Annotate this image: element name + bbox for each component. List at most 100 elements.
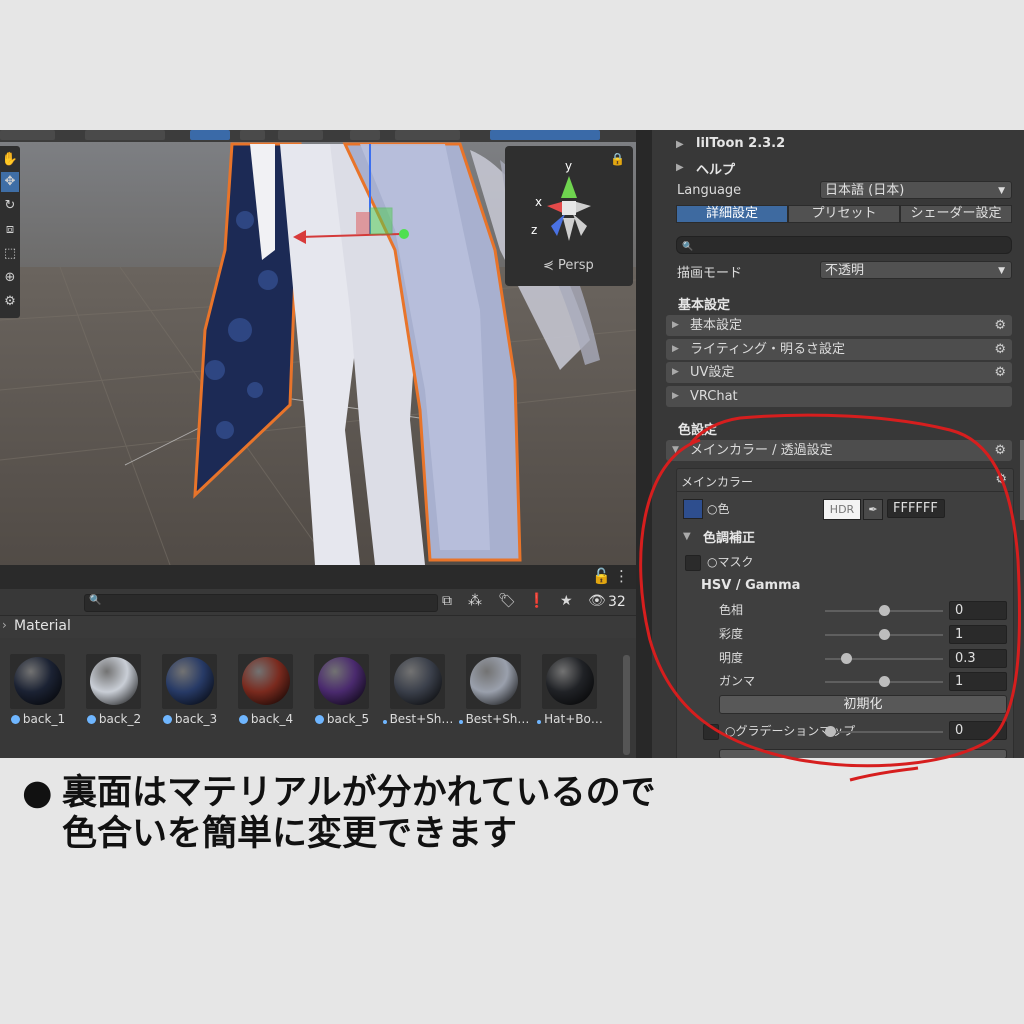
fold-label: メインカラー / 透過設定 bbox=[690, 443, 833, 458]
material-label: Hat+Bo… bbox=[532, 712, 608, 726]
tool-palette: ✋ ✥ ↻ ⧈ ⬚ ⊕ ⚙ bbox=[0, 146, 20, 318]
brightness-value-field[interactable]: 0.3 bbox=[949, 649, 1007, 668]
panel-divider[interactable] bbox=[636, 130, 652, 758]
project-panel: 🔓 ⋮ 🔍 ⧉ ⁂ 🏷 ❗ ★ 👁 32 › Material back_1 b… bbox=[0, 565, 636, 758]
fold-vrchat[interactable]: ▶ VRChat bbox=[666, 386, 1012, 407]
favorite-star-icon[interactable]: ★ bbox=[560, 593, 573, 609]
material-thumbnail bbox=[466, 654, 521, 709]
chevron-right-icon[interactable]: ▶ bbox=[676, 162, 684, 173]
hidden-eye-icon[interactable]: 👁 bbox=[588, 593, 606, 609]
scale-tool-icon[interactable]: ⧈ bbox=[1, 220, 19, 240]
gear-icon[interactable]: ⚙ bbox=[994, 362, 1006, 383]
saturation-slider-knob[interactable] bbox=[879, 629, 890, 640]
gradation-slider-knob[interactable] bbox=[825, 726, 836, 737]
warning-icon[interactable]: ❗ bbox=[528, 593, 545, 609]
toolbar-chip[interactable] bbox=[395, 130, 460, 140]
gradation-slider-track[interactable] bbox=[825, 731, 943, 733]
chevron-down-icon[interactable]: ▼ bbox=[683, 531, 691, 542]
render-mode-dropdown[interactable]: 不透明 ▼ bbox=[820, 261, 1012, 279]
lock-icon[interactable]: 🔒 bbox=[610, 152, 625, 166]
fold-uv-settings[interactable]: ▶ UV設定 ⚙ bbox=[666, 362, 1012, 383]
hdr-color-swatch[interactable]: HDR bbox=[823, 499, 861, 520]
toolbar-toggle[interactable] bbox=[490, 130, 600, 140]
basic-section-heading: 基本設定 bbox=[678, 298, 731, 313]
shader-title[interactable]: lilToon 2.3.2 bbox=[696, 136, 785, 151]
help-label[interactable]: ヘルプ bbox=[696, 159, 735, 178]
rect-tool-icon[interactable]: ⬚ bbox=[1, 244, 19, 264]
hue-slider-knob[interactable] bbox=[879, 605, 890, 616]
eyedropper-icon[interactable]: ✒ bbox=[863, 499, 883, 520]
toolbar-chip[interactable] bbox=[85, 130, 165, 140]
gear-icon[interactable]: ⚙ bbox=[994, 339, 1006, 360]
lock-icon[interactable]: 🔓 bbox=[592, 567, 611, 585]
gradation-checkbox[interactable] bbox=[703, 724, 719, 740]
toolbar-chip[interactable] bbox=[278, 130, 323, 140]
hex-color-field[interactable]: FFFFFF bbox=[887, 499, 945, 518]
custom-tool-icon[interactable]: ⚙ bbox=[1, 292, 19, 312]
material-icon bbox=[537, 720, 542, 724]
material-asset[interactable]: back_1 bbox=[0, 650, 76, 730]
search-by-type-icon[interactable]: ⧉ bbox=[442, 593, 452, 609]
label-tag-icon[interactable]: 🏷 bbox=[498, 593, 516, 609]
language-dropdown[interactable]: 日本語 (日本) ▼ bbox=[820, 181, 1012, 199]
toolbar-chip[interactable] bbox=[350, 130, 380, 140]
move-tool-icon[interactable]: ✥ bbox=[1, 172, 19, 192]
material-asset[interactable]: back_5 bbox=[304, 650, 380, 730]
material-sphere bbox=[546, 657, 594, 705]
toolbar-toggle[interactable] bbox=[190, 130, 230, 140]
material-asset[interactable]: Best+Sh… bbox=[456, 650, 532, 730]
filter-icon[interactable]: ⁂ bbox=[468, 593, 482, 609]
mask-checkbox[interactable] bbox=[685, 555, 701, 571]
saturation-value-field[interactable]: 1 bbox=[949, 625, 1007, 644]
kebab-menu-icon[interactable]: ⋮ bbox=[614, 567, 629, 585]
tab-advanced-settings[interactable]: 詳細設定 bbox=[676, 205, 788, 223]
toolbar-chip[interactable] bbox=[0, 130, 55, 140]
scene-view[interactable]: ✋ ✥ ↻ ⧈ ⬚ ⊕ ⚙ 🔒 y x z ⋞ Persp bbox=[0, 130, 636, 565]
rotate-tool-icon[interactable]: ↻ bbox=[1, 196, 19, 216]
material-asset[interactable]: Hat+Bo… bbox=[532, 650, 608, 730]
texture-thumbnail[interactable] bbox=[683, 499, 703, 519]
fold-basic-settings[interactable]: ▶ 基本設定 ⚙ bbox=[666, 315, 1012, 336]
gear-icon[interactable]: ⚙ bbox=[995, 472, 1007, 487]
material-asset[interactable]: Best+Sh… bbox=[380, 650, 456, 730]
render-mode-label: 描画モード bbox=[677, 266, 743, 281]
breadcrumb-folder[interactable]: Material bbox=[14, 618, 71, 634]
chevron-right-icon: ▶ bbox=[672, 367, 679, 377]
fold-main-color[interactable]: ▼ メインカラー / 透過設定 ⚙ bbox=[666, 440, 1012, 461]
project-scrollbar[interactable] bbox=[623, 655, 630, 755]
gamma-value-field[interactable]: 1 bbox=[949, 672, 1007, 691]
material-icon bbox=[238, 715, 248, 724]
material-label: back_1 bbox=[0, 712, 76, 726]
tab-presets[interactable]: プリセット bbox=[788, 205, 900, 223]
fold-lighting-settings[interactable]: ▶ ライティング・明るさ設定 ⚙ bbox=[666, 339, 1012, 360]
reset-button[interactable]: 初期化 bbox=[719, 695, 1007, 714]
hand-tool-icon[interactable]: ✋ bbox=[1, 150, 19, 170]
tab-shader-settings[interactable]: シェーダー設定 bbox=[900, 205, 1012, 223]
tone-correction-heading[interactable]: 色調補正 bbox=[703, 527, 755, 546]
project-search-input[interactable]: 🔍 bbox=[84, 594, 438, 612]
inspector-scrollbar[interactable] bbox=[1020, 440, 1024, 520]
orientation-gizmo[interactable]: 🔒 y x z ⋞ Persp bbox=[505, 146, 633, 286]
gamma-slider-knob[interactable] bbox=[879, 676, 890, 687]
brightness-slider-knob[interactable] bbox=[841, 653, 853, 664]
projection-toggle[interactable]: ⋞ Persp bbox=[543, 258, 594, 273]
inspector-search-input[interactable]: 🔍 bbox=[676, 236, 1012, 254]
chevron-right-icon[interactable]: ▶ bbox=[676, 139, 684, 150]
toolbar-chip[interactable] bbox=[240, 130, 265, 140]
gear-icon[interactable]: ⚙ bbox=[994, 315, 1006, 336]
gear-icon[interactable]: ⚙ bbox=[994, 440, 1006, 461]
material-asset[interactable]: back_2 bbox=[76, 650, 152, 730]
material-asset[interactable]: back_4 bbox=[228, 650, 304, 730]
language-label: Language bbox=[677, 183, 742, 198]
hue-value-field[interactable]: 0 bbox=[949, 601, 1007, 620]
inspector-panel: ▶ lilToon 2.3.2 ▶ ヘルプ Language 日本語 (日本) … bbox=[652, 130, 1024, 758]
partial-button[interactable] bbox=[719, 749, 1007, 758]
material-icon bbox=[382, 720, 387, 724]
gradation-value-field[interactable]: 0 bbox=[949, 721, 1007, 740]
chevron-down-icon: ▼ bbox=[998, 186, 1005, 196]
material-thumbnail bbox=[238, 654, 293, 709]
gizmo-z-label: z bbox=[531, 223, 537, 237]
material-label: Best+Sh… bbox=[456, 712, 532, 726]
transform-tool-icon[interactable]: ⊕ bbox=[1, 268, 19, 288]
material-asset[interactable]: back_3 bbox=[152, 650, 228, 730]
